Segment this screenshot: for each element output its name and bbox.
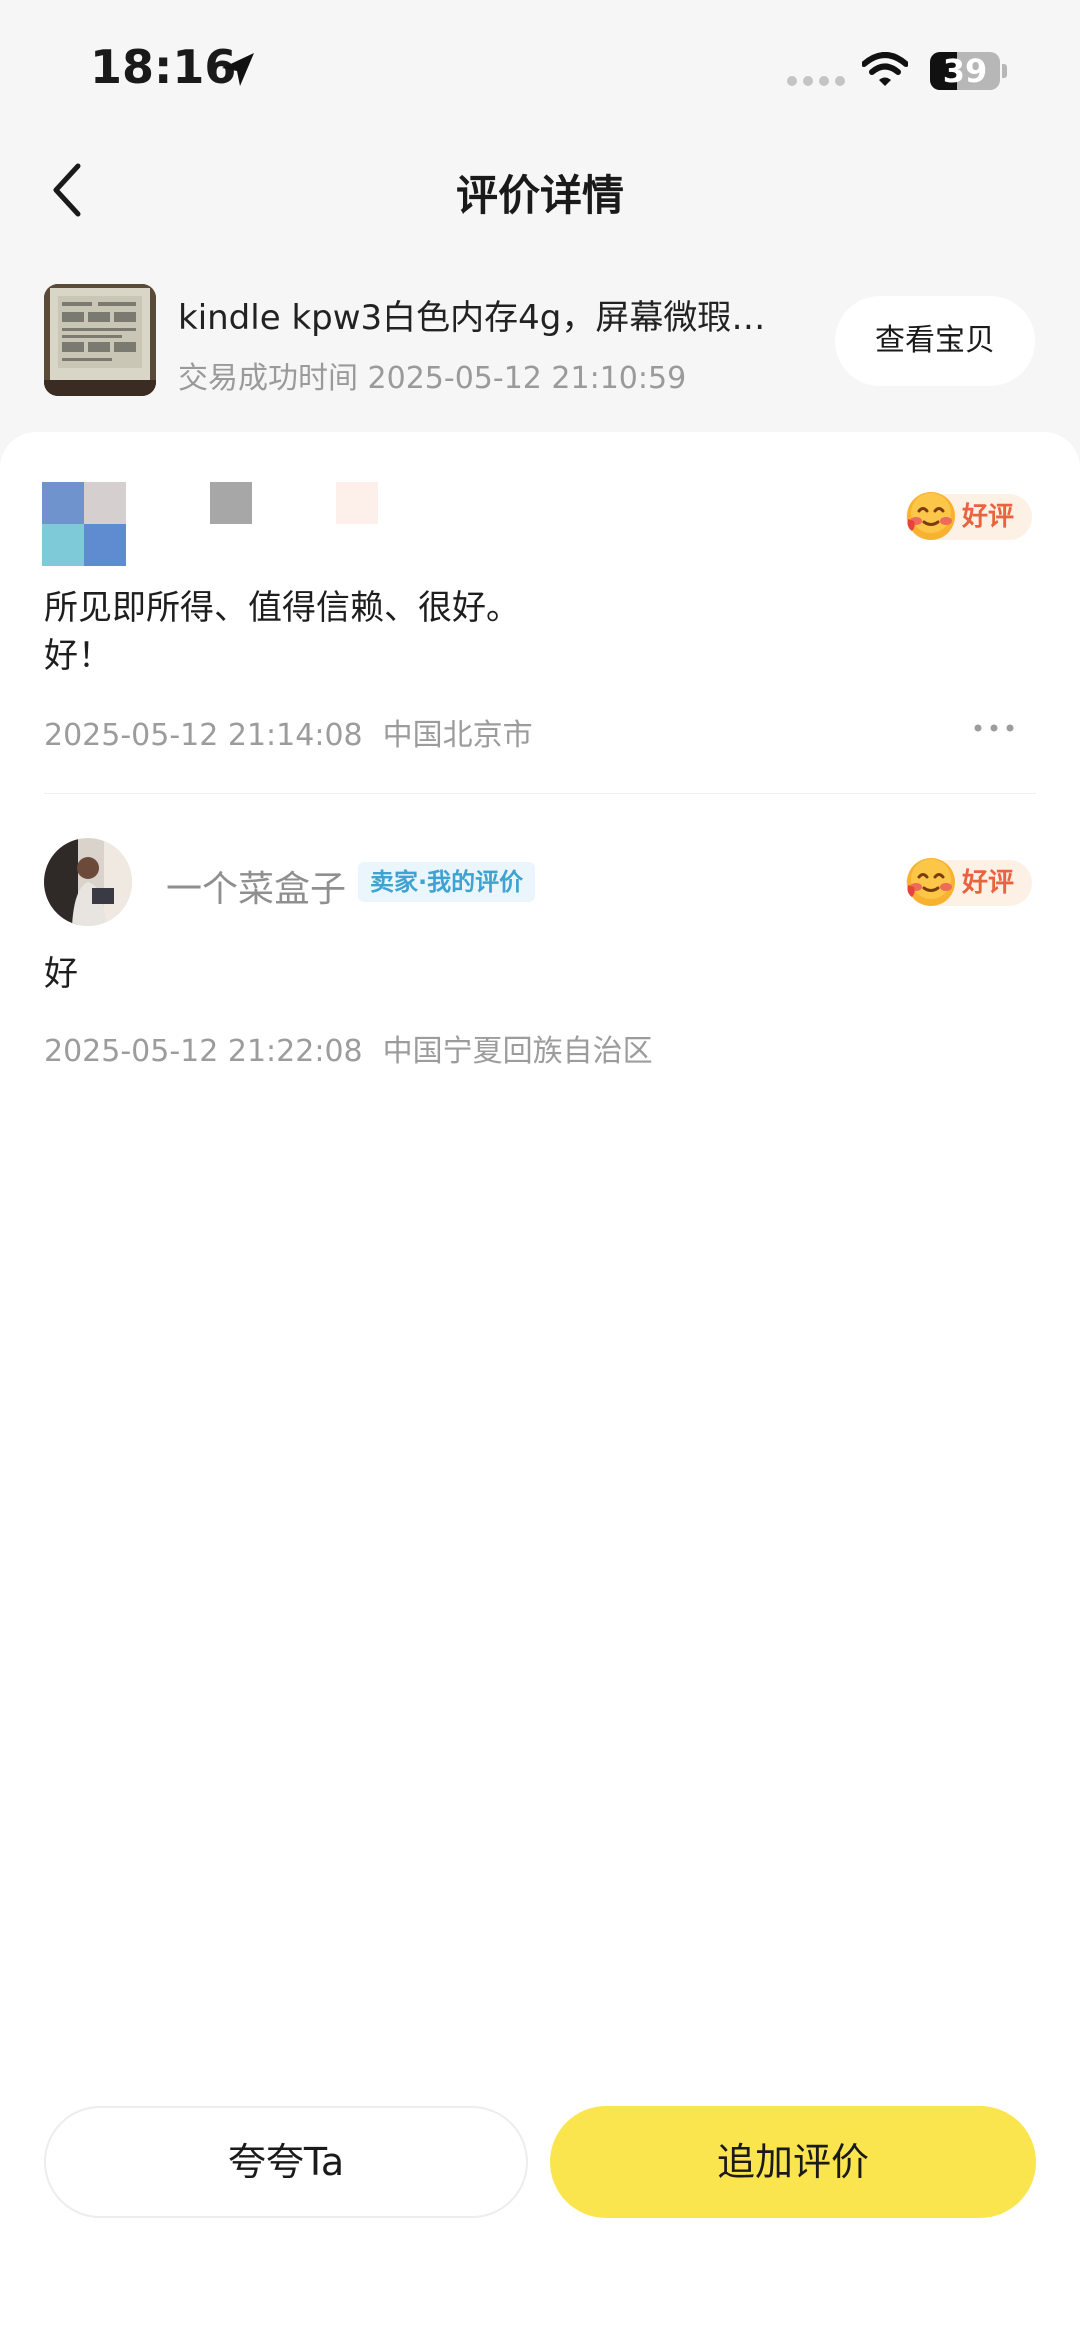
review-location: 中国宁夏回族自治区	[382, 1034, 653, 1069]
review-text-line: 好！	[44, 636, 112, 676]
review-location: 中国北京市	[382, 718, 533, 753]
status-time: 18:16	[90, 40, 237, 94]
redacted-username-block	[210, 482, 252, 524]
add-review-button[interactable]: 追加评价	[550, 2106, 1036, 2218]
avatar[interactable]	[44, 838, 132, 926]
review-text: 好	[44, 954, 78, 994]
smiling-face-icon	[907, 492, 955, 540]
rating-label: 好评	[962, 502, 1015, 532]
seller-my-review-tag: 卖家·我的评价	[358, 862, 536, 902]
page-title: 评价详情	[455, 171, 624, 220]
product-title[interactable]: kindle kpw3白色内存4g，屏幕微瑕…	[178, 290, 798, 339]
praise-button[interactable]: 夸夸Ta	[44, 2106, 528, 2218]
rating-label: 好评	[962, 868, 1015, 898]
status-bar: 18:16 39	[0, 0, 1080, 130]
wifi-icon	[862, 52, 908, 86]
transaction-time-value: 2025-05-12 21:10:59	[367, 361, 687, 396]
battery-percentage: 39	[942, 52, 988, 90]
avatar-mosaic-cell	[84, 482, 126, 524]
review-time: 2025-05-12 21:14:08	[44, 718, 363, 753]
rating-badge: 好评	[906, 492, 1033, 540]
product-thumbnail[interactable]	[44, 284, 156, 396]
avatar[interactable]	[42, 482, 126, 566]
avatar-mosaic-cell	[42, 524, 84, 566]
redacted-username-block	[336, 482, 378, 524]
reviewer-name[interactable]: 一个菜盒子	[166, 860, 346, 912]
kindle-image-icon	[44, 284, 156, 396]
review-meta: 2025-05-12 21:22:08 中国宁夏回族自治区	[44, 1026, 653, 1070]
divider	[44, 793, 1036, 794]
more-options-icon[interactable]	[972, 718, 1016, 738]
avatar-mosaic-cell	[42, 482, 84, 524]
review-text: 所见即所得、值得信赖、很好。 好！	[44, 584, 520, 680]
review-time: 2025-05-12 21:22:08	[44, 1034, 363, 1069]
smiling-face-icon	[907, 858, 955, 906]
user-photo-icon	[44, 838, 132, 926]
rating-badge: 好评	[906, 858, 1033, 906]
battery-tip	[1002, 64, 1007, 78]
review-text-line: 所见即所得、值得信赖、很好。	[44, 588, 520, 628]
transaction-time-label: 交易成功时间	[178, 361, 358, 396]
view-item-button[interactable]: 查看宝贝	[835, 296, 1035, 386]
avatar-mosaic-cell	[84, 524, 126, 566]
review-meta: 2025-05-12 21:14:08 中国北京市	[44, 710, 533, 754]
location-arrow-icon	[222, 53, 254, 86]
cellular-signal-icon	[787, 76, 845, 86]
transaction-time: 交易成功时间 2025-05-12 21:10:59	[178, 353, 686, 397]
